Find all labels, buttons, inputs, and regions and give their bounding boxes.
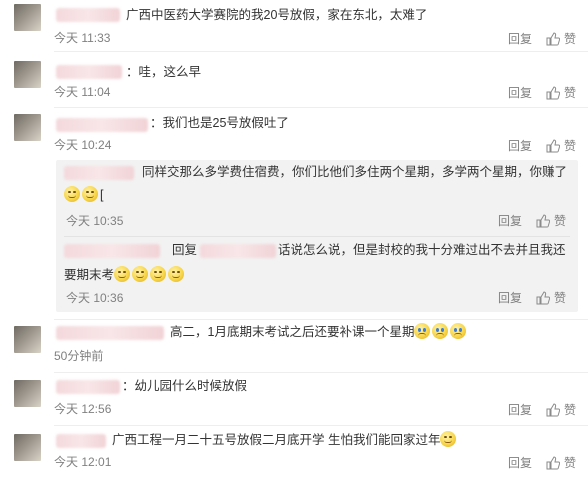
comment-item: 高二，1月底期末考试之后还要补课一个星期 50分钟前 xyxy=(0,320,588,374)
username-blurred[interactable] xyxy=(56,65,122,79)
reply-text-line2: [ xyxy=(64,186,103,202)
divider xyxy=(54,425,588,426)
like-label: 赞 xyxy=(553,214,566,228)
timestamp: 今天 10:35 xyxy=(66,214,124,228)
username-blurred[interactable] xyxy=(56,326,164,340)
reply-label: 回复 xyxy=(497,214,522,228)
comment-item: ：哇，这么早 今天 11:04 回复 赞 xyxy=(0,57,588,109)
comment-text: 广西工程一月二十五号放假二月底开学 生怕我们能回家过年 xyxy=(112,433,441,447)
like-label: 赞 xyxy=(563,456,576,470)
like-button[interactable]: 赞 xyxy=(546,137,576,154)
thumbs-up-icon xyxy=(536,290,550,304)
reply-button[interactable]: 回复 xyxy=(508,137,532,154)
thumbs-up-icon xyxy=(546,31,560,45)
timestamp: 今天 11:33 xyxy=(54,31,111,45)
timestamp: 50分钟前 xyxy=(54,349,104,363)
like-button[interactable]: 赞 xyxy=(546,30,576,47)
thumbs-up-icon xyxy=(546,138,560,152)
comment-text: ：幼儿园什么时候放假 xyxy=(122,379,248,393)
reply-text: 话说怎么说，但是封校的我十分难过出不去并且我还 xyxy=(278,243,566,257)
reply-button[interactable]: 回复 xyxy=(508,401,532,418)
avatar[interactable] xyxy=(14,61,41,88)
reply-word: 回复 xyxy=(172,243,198,257)
divider xyxy=(64,236,570,237)
divider xyxy=(54,107,588,108)
mentioned-user-blurred[interactable] xyxy=(200,244,276,258)
username-blurred[interactable] xyxy=(64,166,134,180)
username-blurred[interactable] xyxy=(64,244,160,258)
smile-emoji xyxy=(168,266,185,282)
crying-emoji xyxy=(432,323,449,339)
crying-emoji xyxy=(414,323,431,339)
reply-label: 回复 xyxy=(507,456,532,470)
avatar[interactable] xyxy=(14,434,41,461)
timestamp: 今天 10:36 xyxy=(66,291,124,305)
comment-text-row: 高二，1月底期末考试之后还要补课一个星期 xyxy=(170,323,468,341)
comment-text: ：我们也是25号放假吐了 xyxy=(150,116,289,130)
smile-emoji xyxy=(114,266,131,282)
like-label: 赞 xyxy=(563,86,576,100)
reply-label: 回复 xyxy=(507,86,532,100)
like-label: 赞 xyxy=(553,291,566,305)
comment-text: ：哇，这么早 xyxy=(126,65,202,79)
reply-label: 回复 xyxy=(507,32,532,46)
grin-emoji xyxy=(82,186,98,202)
reply-trailing-text: [ xyxy=(100,188,104,202)
avatar[interactable] xyxy=(14,114,41,141)
like-button[interactable]: 赞 xyxy=(546,401,576,418)
thumbs-up-icon xyxy=(546,402,560,416)
reply-button[interactable]: 回复 xyxy=(508,454,532,471)
comment-text: 高二，1月底期末考试之后还要补课一个星期 xyxy=(170,325,415,339)
reply-text-cont: 要期末考 xyxy=(64,268,115,282)
reply-label: 回复 xyxy=(497,291,522,305)
thumbs-up-icon xyxy=(546,455,560,469)
username-blurred[interactable] xyxy=(56,118,148,132)
reply-text-line2: 要期末考 xyxy=(64,264,186,283)
avatar[interactable] xyxy=(14,380,41,407)
comment-text-row: 广西工程一月二十五号放假二月底开学 生怕我们能回家过年 xyxy=(112,431,458,449)
like-button[interactable]: 赞 xyxy=(536,212,566,229)
reply-button[interactable]: 回复 xyxy=(508,30,532,47)
comment-item: 广西工程一月二十五号放假二月底开学 生怕我们能回家过年 今天 12:01 回复 … xyxy=(0,428,588,480)
reply-thread: 同样交那么多学费住宿费，你们比他们多住两个星期，多学两个星期，你赚了 [ 今天 … xyxy=(56,160,578,312)
comment-item: ：幼儿园什么时候放假 今天 12:56 回复 赞 xyxy=(0,374,588,428)
username-blurred[interactable] xyxy=(56,380,120,394)
like-label: 赞 xyxy=(563,139,576,153)
like-label: 赞 xyxy=(563,403,576,417)
avatar[interactable] xyxy=(14,326,41,353)
comment-text: 广西中医药大学赛院的我20号放假，家在东北，太难了 xyxy=(126,8,428,22)
reply-label: 回复 xyxy=(507,139,532,153)
timestamp: 今天 11:04 xyxy=(54,85,111,99)
like-button[interactable]: 赞 xyxy=(546,84,576,101)
timestamp: 今天 12:56 xyxy=(54,402,112,416)
smile-emoji xyxy=(440,431,457,447)
reply-button[interactable]: 回复 xyxy=(498,212,522,229)
comment-item: 广西中医药大学赛院的我20号放假，家在东北，太难了 今天 11:33 回复 赞 xyxy=(0,0,588,52)
avatar[interactable] xyxy=(14,4,41,31)
like-button[interactable]: 赞 xyxy=(536,289,566,306)
smile-emoji xyxy=(150,266,167,282)
thumbs-up-icon xyxy=(536,213,550,227)
smile-emoji xyxy=(132,266,149,282)
reply-button[interactable]: 回复 xyxy=(508,84,532,101)
reply-button[interactable]: 回复 xyxy=(498,289,522,306)
timestamp: 今天 10:24 xyxy=(54,138,112,152)
like-button[interactable]: 赞 xyxy=(546,454,576,471)
reply-label: 回复 xyxy=(507,403,532,417)
username-blurred[interactable] xyxy=(56,8,120,22)
comment-item: ：我们也是25号放假吐了 今天 10:24 回复 赞 同样交那么多学费住宿费，你… xyxy=(0,110,588,320)
timestamp: 今天 12:01 xyxy=(54,455,112,469)
like-label: 赞 xyxy=(563,32,576,46)
username-blurred[interactable] xyxy=(56,434,106,448)
divider xyxy=(54,372,588,373)
thumbs-up-icon xyxy=(546,85,560,99)
divider xyxy=(54,51,588,52)
grin-emoji xyxy=(64,186,80,202)
reply-text: 同样交那么多学费住宿费，你们比他们多住两个星期，多学两个星期，你赚了 xyxy=(142,165,568,179)
comment-feed: 广西中医药大学赛院的我20号放假，家在东北，太难了 今天 11:33 回复 赞 … xyxy=(0,0,588,480)
crying-emoji xyxy=(450,323,467,339)
